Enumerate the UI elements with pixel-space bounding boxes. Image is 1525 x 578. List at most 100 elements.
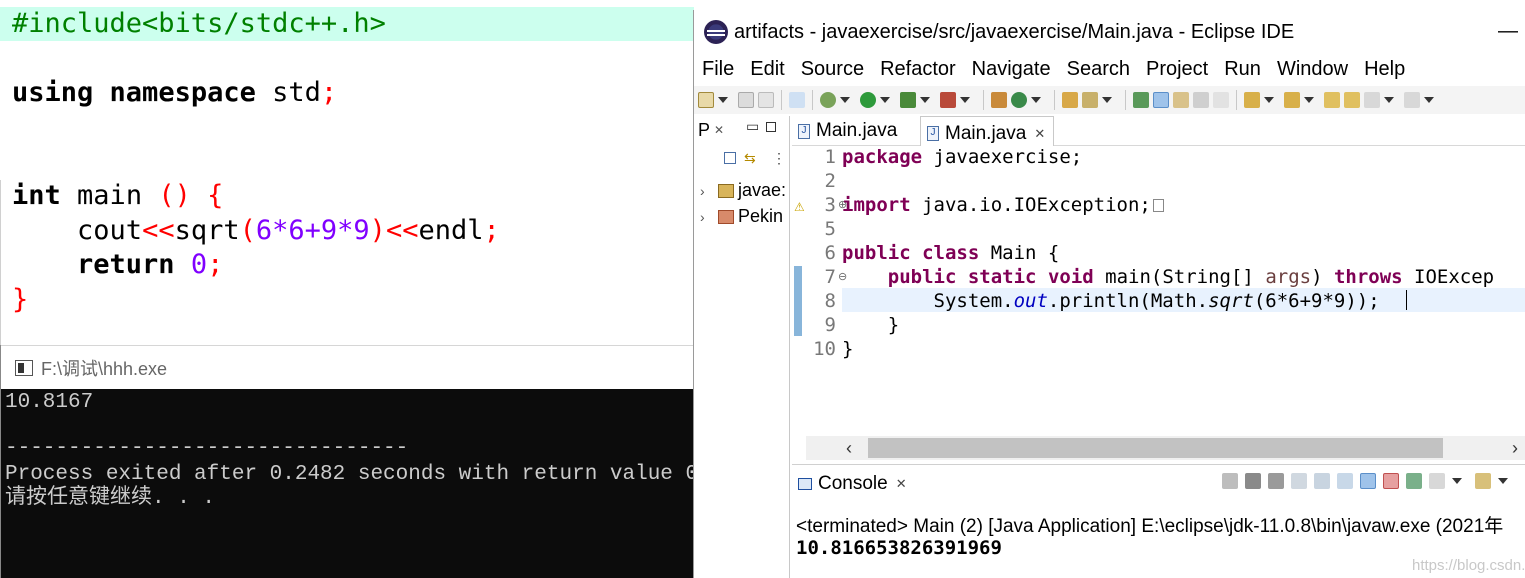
run-icon[interactable] bbox=[860, 92, 876, 108]
cpp-code-editor[interactable]: #include<bits/stdc++.h> using namespace … bbox=[0, 0, 694, 345]
last-edit-location-icon[interactable] bbox=[1324, 92, 1340, 108]
minimize-button[interactable]: — bbox=[1498, 20, 1518, 43]
open-console-dropdown-icon[interactable] bbox=[1498, 478, 1508, 484]
scroll-lock-icon[interactable] bbox=[1314, 473, 1330, 489]
line-number: 7 bbox=[824, 266, 836, 288]
display-console-dropdown-icon[interactable] bbox=[1452, 478, 1462, 484]
code-line-package: package javaexercise; bbox=[842, 146, 1083, 168]
new-dropdown-icon[interactable] bbox=[718, 97, 728, 103]
project-item-peking[interactable]: › Pekin bbox=[700, 206, 783, 227]
external-tools-dropdown-icon[interactable] bbox=[960, 97, 970, 103]
tab-console[interactable]: Console ✕ bbox=[798, 473, 907, 495]
remove-launch-icon[interactable] bbox=[1245, 473, 1261, 489]
menu-window[interactable]: Window bbox=[1269, 58, 1356, 81]
menu-refactor[interactable]: Refactor bbox=[872, 58, 964, 81]
new-java-class-icon[interactable] bbox=[1011, 92, 1027, 108]
menu-file[interactable]: File bbox=[694, 58, 742, 81]
cpp-line-return: return 0; bbox=[77, 249, 224, 280]
menu-source[interactable]: Source bbox=[793, 58, 872, 81]
view-menu-icon[interactable]: ⋮ bbox=[772, 150, 786, 167]
horizontal-scrollbar[interactable]: ‹ › bbox=[806, 436, 1525, 460]
tab-main-java-1[interactable]: J Main.java bbox=[798, 120, 897, 142]
forward-dropdown-icon[interactable] bbox=[1424, 97, 1434, 103]
annotation-icon[interactable] bbox=[1133, 92, 1149, 108]
previous-annotation-icon[interactable] bbox=[1284, 92, 1300, 108]
console-press-key-prompt: 请按任意键继续. . . bbox=[5, 487, 216, 510]
new-icon[interactable] bbox=[698, 92, 714, 108]
collapse-all-icon[interactable] bbox=[724, 152, 736, 164]
cpp-line-using: using namespace std; bbox=[12, 77, 338, 108]
minimize-view-icon[interactable]: ▭ bbox=[746, 118, 759, 135]
terminate-icon[interactable] bbox=[1222, 473, 1238, 489]
new-java-package-icon[interactable] bbox=[991, 92, 1007, 108]
search-icon[interactable] bbox=[789, 92, 805, 108]
close-icon[interactable]: ✕ bbox=[1034, 126, 1045, 142]
project-label: Pekin bbox=[738, 206, 784, 226]
project-label: javae: bbox=[738, 180, 787, 200]
display-console-icon[interactable] bbox=[1429, 473, 1445, 489]
clear-console-icon[interactable] bbox=[1291, 473, 1307, 489]
external-tools-icon[interactable] bbox=[940, 92, 956, 108]
eclipse-titlebar[interactable]: artifacts - javaexercise/src/javaexercis… bbox=[694, 10, 1525, 54]
save-all-icon[interactable] bbox=[758, 92, 774, 108]
forward-icon[interactable] bbox=[1404, 92, 1420, 108]
menu-project[interactable]: Project bbox=[1138, 58, 1216, 81]
scroll-right-icon[interactable]: › bbox=[1512, 438, 1518, 459]
show-whitespace-icon[interactable] bbox=[1213, 92, 1229, 108]
debug-dropdown-icon[interactable] bbox=[840, 97, 850, 103]
console-window[interactable]: F:\调试\hhh.exe 10.8167 ------------------… bbox=[0, 345, 698, 578]
open-type-icon[interactable] bbox=[1062, 92, 1078, 108]
run-dropdown-icon[interactable] bbox=[880, 97, 890, 103]
chevron-right-icon[interactable]: › bbox=[700, 209, 718, 225]
open-task-icon[interactable] bbox=[1082, 92, 1098, 108]
line-number: 9 bbox=[824, 314, 836, 336]
forward-edit-icon[interactable] bbox=[1344, 92, 1360, 108]
cpp-line-include: #include<bits/stdc++.h> bbox=[0, 7, 694, 41]
scroll-left-icon[interactable]: ‹ bbox=[846, 438, 852, 459]
main-toolbar bbox=[694, 86, 1525, 114]
pin-console-icon[interactable] bbox=[1406, 473, 1422, 489]
scrollbar-thumb[interactable] bbox=[868, 438, 1443, 458]
eclipse-window[interactable]: artifacts - javaexercise/src/javaexercis… bbox=[693, 10, 1525, 578]
menu-run[interactable]: Run bbox=[1216, 58, 1269, 81]
tab-main-java-2[interactable]: J Main.java ✕ bbox=[920, 116, 1055, 146]
line-number: 1 bbox=[824, 146, 836, 168]
menu-navigate[interactable]: Navigate bbox=[964, 58, 1059, 81]
show-on-output-icon[interactable] bbox=[1360, 473, 1376, 489]
next-annotation-dropdown-icon[interactable] bbox=[1264, 97, 1274, 103]
folded-imports-icon[interactable] bbox=[1152, 199, 1164, 212]
java-code-editor[interactable]: ⚠ 1 2 3 ⊕ 5 6 7 ⊖ 8 9 10 package javaexe… bbox=[792, 146, 1525, 436]
project-item-javaexercise[interactable]: › javae: bbox=[700, 180, 786, 201]
remove-all-launches-icon[interactable] bbox=[1268, 473, 1284, 489]
mark-occurrences-icon[interactable] bbox=[1153, 92, 1169, 108]
menu-edit[interactable]: Edit bbox=[742, 58, 792, 81]
word-wrap-icon[interactable] bbox=[1193, 92, 1209, 108]
link-with-editor-icon[interactable]: ⇆ bbox=[744, 150, 756, 167]
next-annotation-icon[interactable] bbox=[1244, 92, 1260, 108]
code-line-class: public class Main { bbox=[842, 242, 1060, 264]
maximize-view-icon[interactable] bbox=[766, 122, 776, 132]
chevron-right-icon[interactable]: › bbox=[700, 183, 718, 199]
eclipse-logo-icon bbox=[704, 20, 728, 44]
close-icon[interactable]: ✕ bbox=[714, 123, 724, 137]
task-dropdown-icon[interactable] bbox=[1102, 97, 1112, 103]
close-icon[interactable]: ✕ bbox=[896, 476, 907, 492]
show-on-error-icon[interactable] bbox=[1383, 473, 1399, 489]
word-wrap-icon[interactable] bbox=[1337, 473, 1353, 489]
debug-icon[interactable] bbox=[820, 92, 836, 108]
package-explorer-tab[interactable]: P bbox=[698, 120, 710, 141]
menu-search[interactable]: Search bbox=[1059, 58, 1138, 81]
save-icon[interactable] bbox=[738, 92, 754, 108]
coverage-dropdown-icon[interactable] bbox=[920, 97, 930, 103]
previous-annotation-dropdown-icon[interactable] bbox=[1304, 97, 1314, 103]
console-titlebar[interactable]: F:\调试\hhh.exe bbox=[1, 345, 695, 389]
menu-help[interactable]: Help bbox=[1356, 58, 1413, 81]
back-icon[interactable] bbox=[1364, 92, 1380, 108]
back-dropdown-icon[interactable] bbox=[1384, 97, 1394, 103]
open-console-icon[interactable] bbox=[1475, 473, 1491, 489]
new-class-dropdown-icon[interactable] bbox=[1031, 97, 1041, 103]
code-line-println: System.out.println(Math.sqrt(6*6+9*9)); bbox=[933, 290, 1380, 312]
cpp-line-main: int main () { bbox=[12, 180, 224, 211]
block-selection-icon[interactable] bbox=[1173, 92, 1189, 108]
coverage-icon[interactable] bbox=[900, 92, 916, 108]
